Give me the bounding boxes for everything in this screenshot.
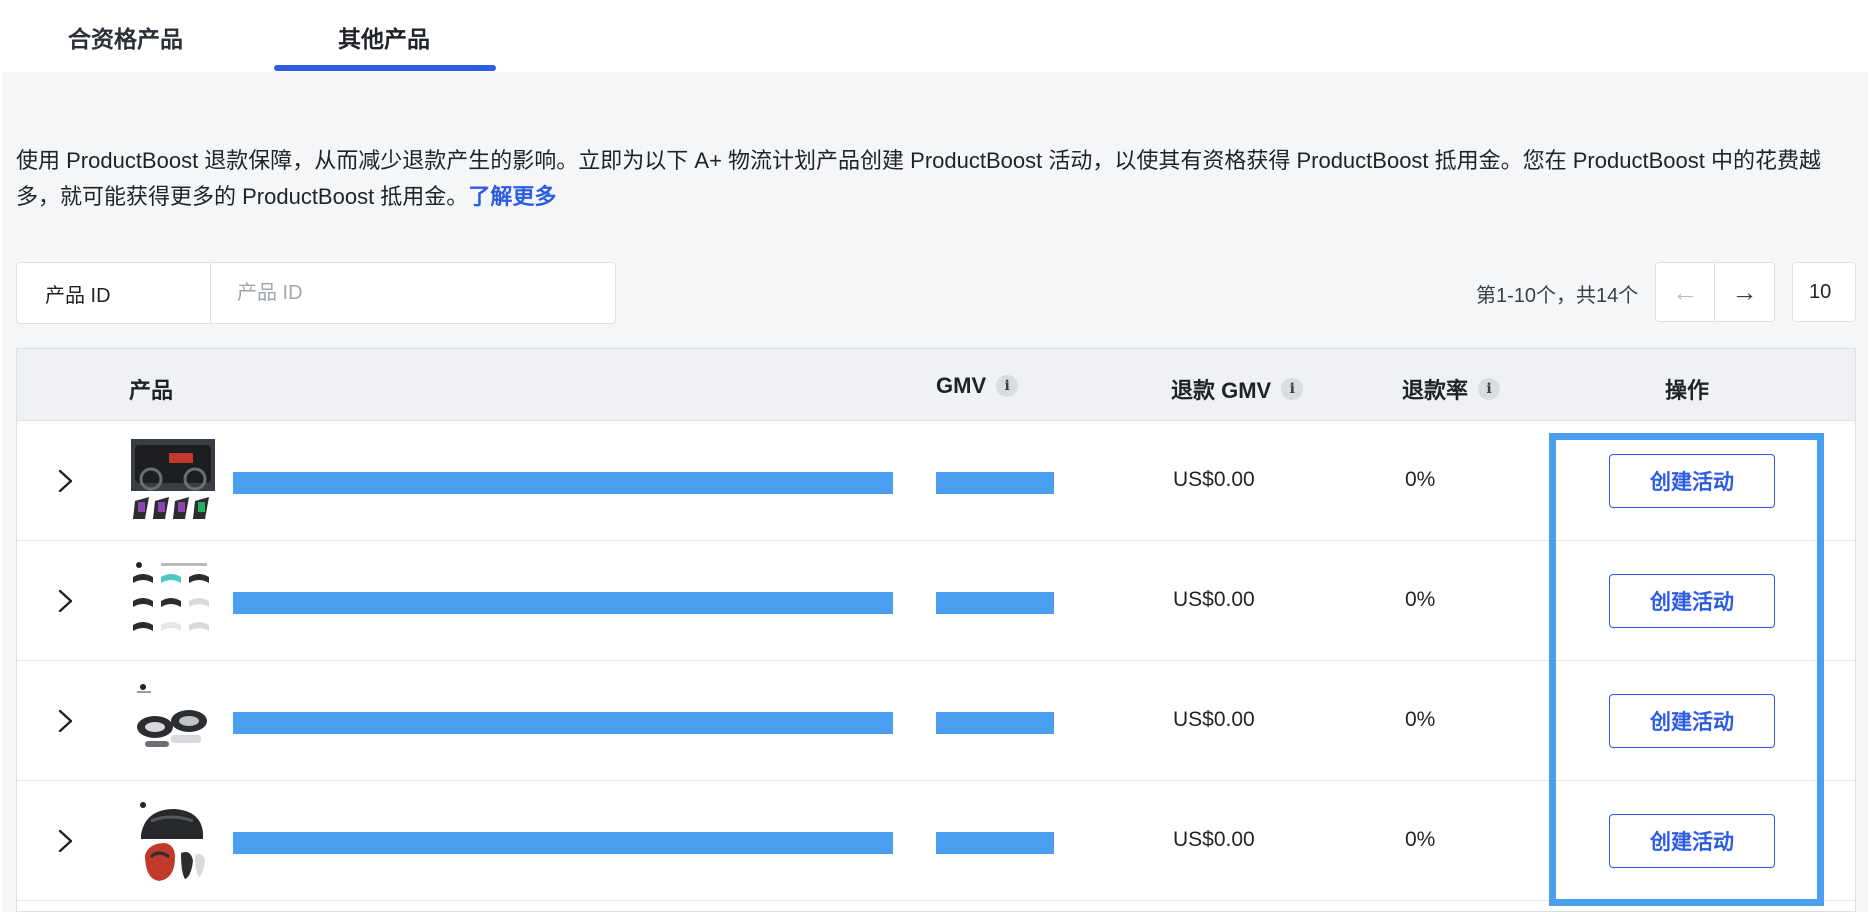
active-tab-indicator (274, 65, 496, 71)
info-icon[interactable]: i (996, 375, 1019, 397)
header-gmv: GMV i (936, 373, 1019, 399)
refund-rate-value: 0% (1405, 588, 1436, 611)
products-table: 产品 GMV i 退款 GMV i 退款率 i 操作 US$0.00 0% 创建… (16, 348, 1856, 912)
learn-more-link[interactable]: 了解更多 (468, 184, 556, 209)
tab-bar: 合资格产品 其他产品 (0, 0, 1870, 72)
description: 使用 ProductBoost 退款保障，从而减少退款产生的影响。立即为以下 A… (16, 143, 1856, 215)
create-campaign-button[interactable]: 创建活动 (1609, 814, 1775, 868)
table-row: US$0.00 0% 创建活动 (17, 661, 1855, 781)
info-icon[interactable]: i (1281, 378, 1304, 400)
gmv-redacted (936, 472, 1054, 494)
product-id-input[interactable] (211, 263, 615, 323)
search-field-label[interactable]: 产品 ID (17, 263, 211, 323)
chevron-right-expand-icon[interactable] (53, 463, 77, 499)
tab-other-products[interactable]: 其他产品 (338, 20, 430, 54)
chevron-left-icon: ← (1672, 276, 1698, 307)
refund-rate-value: 0% (1405, 708, 1436, 731)
product-thumbnail (131, 439, 215, 523)
pagination-buttons: ← → (1655, 262, 1775, 322)
chevron-right-icon: → (1731, 276, 1758, 307)
create-campaign-button[interactable]: 创建活动 (1609, 454, 1775, 508)
refund-gmv-value: US$0.00 (1173, 468, 1255, 491)
table-row: US$0.00 0% 创建活动 (17, 781, 1855, 901)
header-action: 操作 (1665, 373, 1709, 405)
create-campaign-button[interactable]: 创建活动 (1609, 694, 1775, 748)
description-text: 使用 ProductBoost 退款保障，从而减少退款产生的影响。立即为以下 A… (16, 148, 1821, 209)
chevron-right-expand-icon[interactable] (53, 703, 77, 739)
chevron-right-expand-icon[interactable] (53, 583, 77, 619)
prev-page-button[interactable]: ← (1656, 263, 1716, 321)
product-name-redacted[interactable] (233, 472, 893, 494)
page-size-select[interactable]: 10 (1792, 262, 1856, 322)
header-refund-gmv-label: 退款 GMV (1171, 378, 1272, 403)
pagination-range: 第1-10个，共14个 (1476, 285, 1639, 307)
gmv-redacted (936, 712, 1054, 734)
product-id-search: 产品 ID (16, 262, 616, 324)
table-row: US$0.00 0% 创建活动 (17, 421, 1855, 541)
create-campaign-button[interactable]: 创建活动 (1609, 574, 1775, 628)
refund-gmv-value: US$0.00 (1173, 708, 1255, 731)
header-refund-rate-label: 退款率 (1402, 378, 1469, 403)
product-thumbnail (131, 559, 215, 643)
header-gmv-label: GMV (936, 373, 987, 398)
table-header: 产品 GMV i 退款 GMV i 退款率 i 操作 (17, 349, 1855, 421)
gmv-redacted (936, 832, 1054, 854)
product-name-redacted[interactable] (233, 712, 893, 734)
tab-eligible-products[interactable]: 合资格产品 (68, 20, 183, 54)
refund-rate-value: 0% (1405, 468, 1436, 491)
refund-gmv-value: US$0.00 (1173, 828, 1255, 851)
refund-rate-value: 0% (1405, 828, 1436, 851)
product-thumbnail (131, 679, 215, 763)
gmv-redacted (936, 592, 1054, 614)
refund-gmv-value: US$0.00 (1173, 588, 1255, 611)
next-page-button[interactable]: → (1715, 263, 1774, 321)
header-product-label: 产品 (129, 378, 174, 403)
header-refund-rate: 退款率 i (1402, 373, 1501, 405)
chevron-right-expand-icon[interactable] (53, 823, 77, 859)
product-thumbnail (131, 799, 215, 883)
header-product: 产品 (129, 373, 173, 405)
info-icon[interactable]: i (1478, 378, 1501, 400)
header-refund-gmv: 退款 GMV i (1171, 373, 1304, 405)
table-row: US$0.00 0% 创建活动 (17, 541, 1855, 661)
product-name-redacted[interactable] (233, 832, 893, 854)
product-name-redacted[interactable] (233, 592, 893, 614)
header-action-label: 操作 (1665, 378, 1710, 403)
